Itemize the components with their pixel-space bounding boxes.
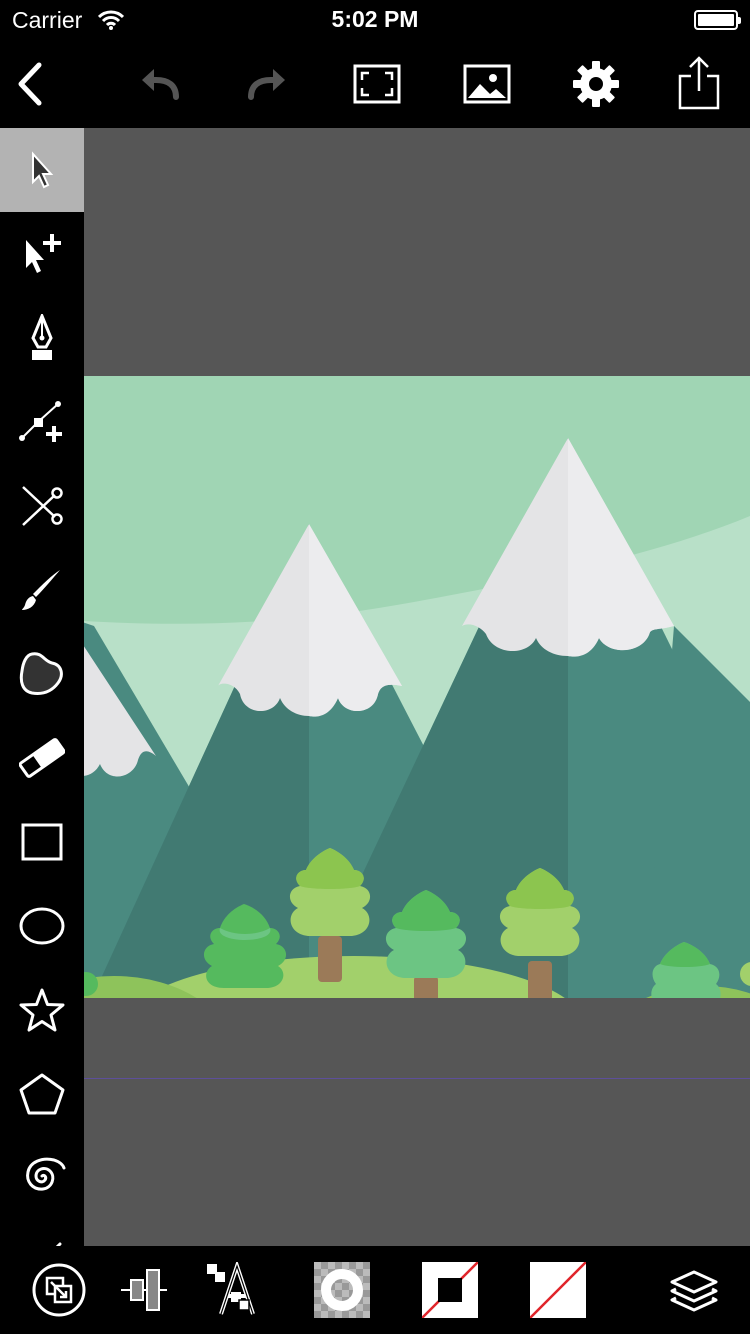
line-tool[interactable] — [0, 1220, 84, 1246]
fill-stroke-button[interactable] — [420, 1260, 480, 1320]
rectangle-tool[interactable] — [0, 800, 84, 884]
spiral-tool[interactable] — [0, 1136, 84, 1220]
fit-to-screen-icon — [353, 64, 401, 104]
brush-tool[interactable] — [0, 548, 84, 632]
share-button[interactable] — [669, 40, 729, 128]
top-toolbar — [0, 40, 750, 128]
image-button[interactable] — [457, 40, 517, 128]
bottom-toolbar — [0, 1246, 750, 1334]
clock: 5:02 PM — [331, 6, 419, 32]
arrow-plus-icon — [26, 234, 61, 273]
share-icon — [678, 56, 720, 110]
gear-icon — [573, 61, 619, 107]
redo-icon — [248, 69, 285, 100]
direct-select-tool[interactable] — [0, 212, 84, 296]
artboard-landscape-illustration[interactable] — [84, 376, 750, 998]
star-icon — [19, 988, 65, 1032]
guide-line — [84, 1078, 750, 1079]
layers-button[interactable] — [664, 1260, 724, 1320]
align-button[interactable] — [114, 1260, 174, 1320]
opacity-button[interactable] — [312, 1260, 372, 1320]
pen-nib-icon — [31, 314, 53, 360]
battery-icon — [694, 10, 741, 30]
text-icon — [207, 1262, 255, 1315]
eraser-tool[interactable] — [0, 716, 84, 800]
add-node-tool[interactable] — [0, 380, 84, 464]
rectangle-icon — [21, 823, 63, 861]
image-icon — [463, 64, 511, 104]
blob-brush-tool[interactable] — [0, 632, 84, 716]
undo-button[interactable] — [130, 40, 190, 128]
arrow-cursor-icon — [32, 151, 54, 189]
pentagon-icon — [19, 1073, 65, 1115]
back-button[interactable] — [0, 40, 60, 128]
settings-button[interactable] — [566, 40, 626, 128]
pen-tool[interactable] — [0, 296, 84, 380]
tool-panel — [0, 128, 84, 1246]
canvas-area[interactable] — [84, 128, 750, 1246]
undo-icon — [142, 69, 179, 100]
spiral-icon — [26, 1157, 66, 1191]
eraser-icon — [19, 738, 65, 778]
fit-to-screen-button[interactable] — [347, 40, 407, 128]
brush-icon — [22, 570, 60, 610]
no-fill-button[interactable] — [528, 1260, 588, 1320]
align-icon — [121, 1269, 167, 1311]
back-icon — [18, 62, 42, 106]
blob-icon — [19, 652, 63, 695]
polygon-tool[interactable] — [0, 1052, 84, 1136]
status-bar: Carrier 5:02 PM — [0, 0, 750, 40]
ellipse-icon — [19, 907, 65, 945]
arrange-icon — [32, 1263, 86, 1317]
path-nodes-icon — [19, 401, 62, 442]
select-tool[interactable] — [0, 128, 84, 212]
arrange-button[interactable] — [29, 1260, 89, 1320]
ellipse-tool[interactable] — [0, 884, 84, 968]
opacity-icon — [314, 1262, 370, 1318]
star-tool[interactable] — [0, 968, 84, 1052]
scissors-tool[interactable] — [0, 464, 84, 548]
text-button[interactable] — [204, 1260, 264, 1320]
line-icon — [55, 1242, 62, 1246]
scissors-icon — [22, 486, 63, 526]
fill-stroke-icon — [422, 1262, 478, 1318]
no-fill-icon — [530, 1262, 586, 1318]
layers-icon — [670, 1270, 718, 1312]
redo-button[interactable] — [237, 40, 297, 128]
